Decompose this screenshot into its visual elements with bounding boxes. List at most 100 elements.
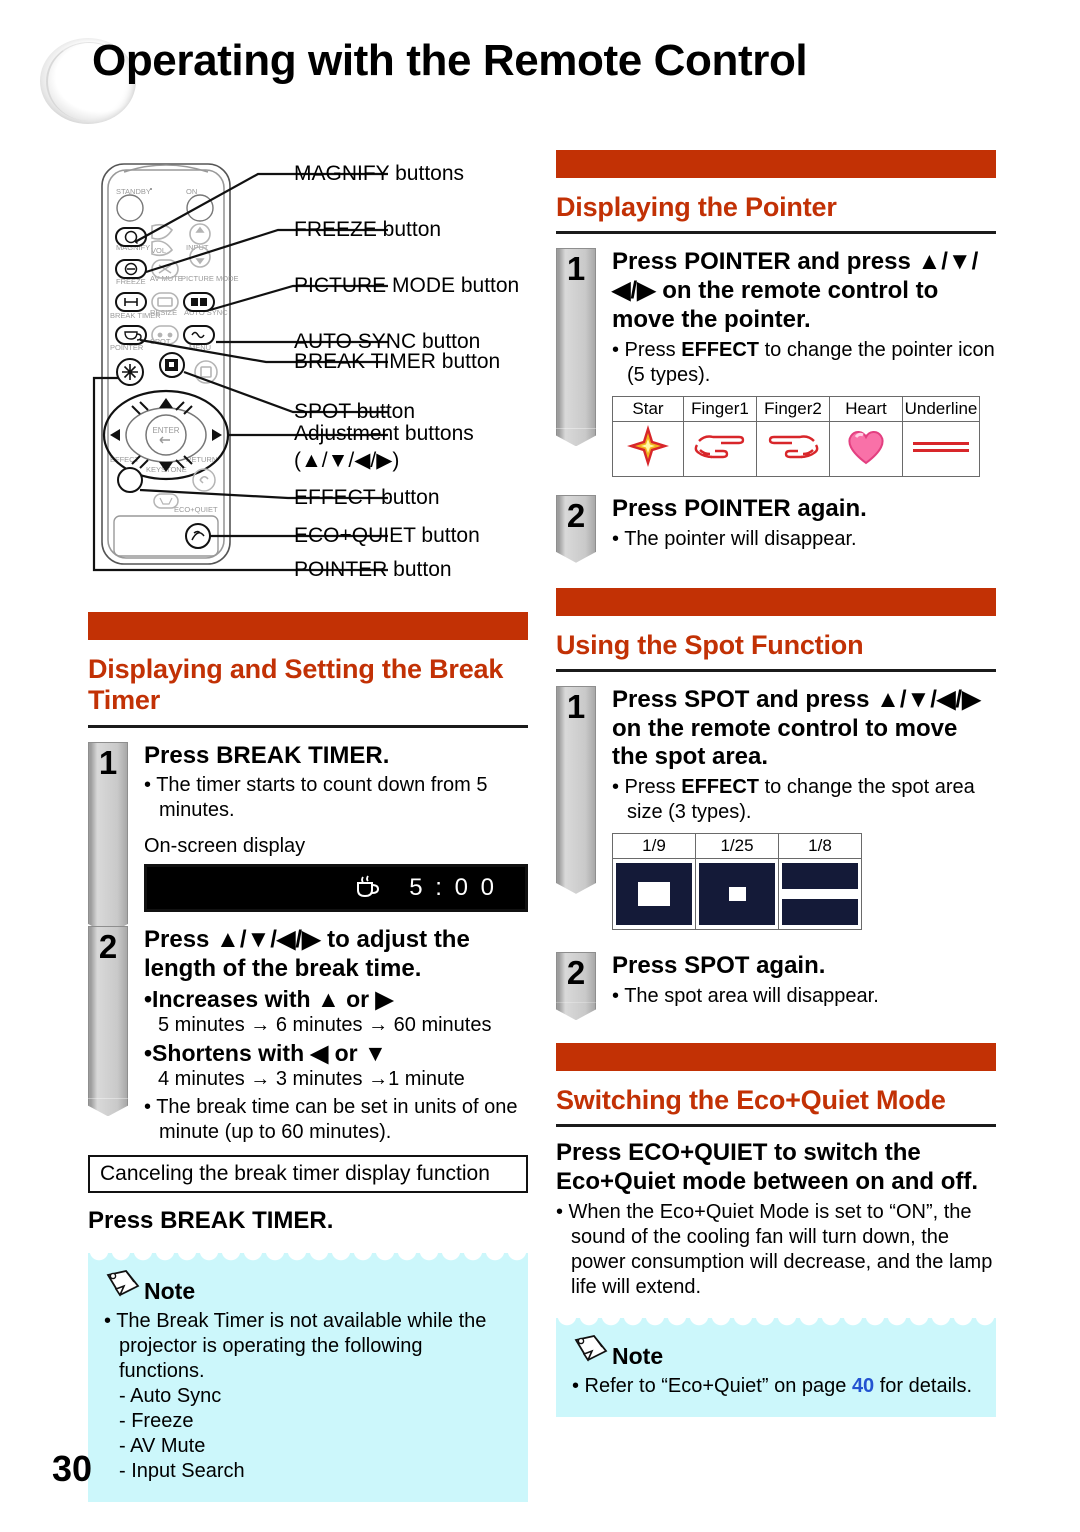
page-header: Operating with the Remote Control	[0, 36, 1080, 124]
spot-step-2-heading: Press SPOT again.	[612, 952, 996, 981]
h-a: Press	[612, 248, 685, 276]
table-icon-row	[612, 420, 980, 477]
svg-text:ECO+QUIET: ECO+QUIET	[174, 505, 218, 514]
cancel-press-pre: Press	[88, 1207, 161, 1235]
spot-step-2: 2 Press SPOT again. • The spot area will…	[556, 952, 996, 1021]
callout-picture-mode: PICTURE MODE button	[294, 274, 520, 297]
pointer-step-2: 2 Press POINTER again. • The pointer wil…	[556, 494, 996, 563]
note-bullet: • The Break Timer is not available while…	[104, 1310, 487, 1383]
h-a: Press	[556, 1139, 629, 1167]
cancel-press-strong: BREAK TIMER.	[160, 1207, 334, 1235]
table-icon-row	[612, 858, 862, 931]
spot-step-2-bullet: • The spot area will disappear.	[612, 985, 879, 1007]
pencil-icon	[572, 1334, 610, 1370]
note-bullet: • Refer to “Eco+Quiet” on page 40 for de…	[572, 1374, 980, 1399]
h-b: POINTER	[684, 494, 791, 522]
break-timer-section: Displaying and Setting the Break Timer 1…	[88, 612, 528, 1503]
step-2-note-bullet: • The break time can be set in units of …	[144, 1096, 518, 1144]
section-rule	[556, 1124, 996, 1128]
h-c: again.	[749, 952, 826, 980]
spot-preview-1-8	[782, 863, 858, 926]
osd-time-value: 5 : 0 0	[409, 874, 497, 902]
step-2-heading: Press ▲/▼/◀/▶ to adjust the length of th…	[144, 926, 470, 983]
col-underline: Underline	[902, 395, 980, 422]
cancel-press-line: Press BREAK TIMER.	[88, 1207, 528, 1235]
spot-step-1: 1 Press SPOT and press ▲/▼/◀/▶ on the re…	[556, 685, 996, 931]
step-number: 2	[98, 928, 118, 966]
nb-b: for details.	[874, 1374, 973, 1397]
pointer-section: Displaying the Pointer 1 Press POINTER a…	[556, 150, 996, 1417]
callout-freeze: FREEZE button	[294, 218, 442, 241]
badge-tip	[88, 1098, 128, 1117]
col-1-8: 1/8	[778, 833, 862, 860]
col-star: Star	[612, 395, 684, 422]
pointer-step-1-heading: Press POINTER and press ▲/▼/◀/▶ on the r…	[612, 248, 996, 334]
b-b: EFFECT	[681, 776, 760, 799]
section-rule	[556, 668, 996, 672]
page-title: Operating with the Remote Control	[92, 36, 808, 85]
b-a: • Press	[612, 776, 682, 799]
svg-text:STANDBY: STANDBY	[116, 187, 151, 196]
increase-heading: •Increases with ▲ or ▶	[144, 986, 394, 1013]
note-body: • Refer to “Eco+Quiet” on page 40 for de…	[572, 1374, 980, 1399]
cell-spot-1-8	[778, 858, 862, 931]
section-rule	[556, 231, 996, 235]
section-bar-break-timer	[88, 612, 528, 640]
callout-adjustment-arrows: (▲/▼/◀/▶)	[294, 449, 400, 472]
eco-heading: Press ECO+QUIET to switch the Eco+Quiet …	[556, 1139, 996, 1197]
step-badge-2: 2	[556, 494, 596, 563]
pencil-icon	[104, 1269, 142, 1305]
step-number: 1	[98, 743, 118, 781]
step-1-heading: Press BREAK TIMER.	[144, 742, 528, 771]
step-1-bullet: • The timer starts to count down from 5 …	[144, 774, 488, 822]
h-b: ECO+QUIET	[628, 1139, 768, 1167]
callout-spot: SPOT button	[294, 400, 416, 423]
heart-icon	[844, 426, 888, 471]
svg-text:ON: ON	[186, 187, 197, 196]
cell-spot-1-9	[612, 858, 696, 931]
note-scallop-edge	[556, 1316, 996, 1329]
note-body: • The Break Timer is not available while…	[104, 1309, 512, 1484]
pointer-step-2-heading: Press POINTER again.	[612, 495, 996, 524]
callout-pointer: POINTER button	[294, 558, 452, 581]
step-badge-1: 1	[88, 741, 128, 935]
h-a: Press	[612, 952, 685, 980]
note-heading-row: Note	[572, 1334, 980, 1370]
callout-adjustment: Adjustment buttons	[294, 422, 474, 445]
nb-a: • Refer to “Eco+Quiet” on page	[572, 1374, 852, 1397]
col-1-25: 1/25	[695, 833, 779, 860]
step-number: 1	[566, 687, 586, 725]
pointer-step-1-bullet: • Press EFFECT to change the pointer ico…	[612, 338, 996, 388]
osd-label: On-screen display	[144, 835, 306, 858]
spot-size-table: 1/9 1/25 1/8	[612, 833, 862, 931]
badge-tip	[556, 428, 596, 447]
svg-text:ENTER: ENTER	[152, 426, 179, 435]
coffee-cup-icon	[353, 875, 383, 901]
badge-tip	[556, 875, 596, 894]
note-item: - AV Mute	[119, 1435, 206, 1458]
callout-effect: EFFECT button	[294, 486, 440, 509]
cell-underline	[902, 420, 980, 477]
cell-heart	[829, 420, 903, 477]
page-reference: 40	[851, 1374, 875, 1397]
section-bar-pointer	[556, 150, 996, 178]
callout-break-timer: BREAK TIMER button	[294, 350, 501, 373]
note-item: - Auto Sync	[119, 1385, 222, 1408]
col-finger1: Finger1	[683, 395, 757, 422]
step-1-heading-pre: Press	[144, 741, 217, 769]
svg-text:PICTURE MODE: PICTURE MODE	[181, 274, 239, 283]
section-title-break-timer: Displaying and Setting the Break Timer	[88, 654, 504, 716]
cancel-break-timer-box: Canceling the break timer display functi…	[88, 1155, 528, 1194]
pointer-step-1: 1 Press POINTER and press ▲/▼/◀/▶ on the…	[556, 248, 996, 477]
b-a: • Press	[612, 338, 682, 361]
step-badge-1: 1	[556, 248, 596, 447]
note-scallop-edge	[88, 1252, 528, 1265]
step-number: 2	[566, 954, 586, 992]
cell-finger1	[683, 420, 757, 477]
h-b: SPOT	[684, 685, 750, 713]
step-badge-2: 2	[88, 926, 128, 1117]
cell-spot-1-25	[695, 858, 779, 931]
col-finger2: Finger2	[756, 395, 830, 422]
h-c: again.	[790, 494, 867, 522]
spot-step-1-bullet: • Press EFFECT to change the spot area s…	[612, 775, 996, 825]
